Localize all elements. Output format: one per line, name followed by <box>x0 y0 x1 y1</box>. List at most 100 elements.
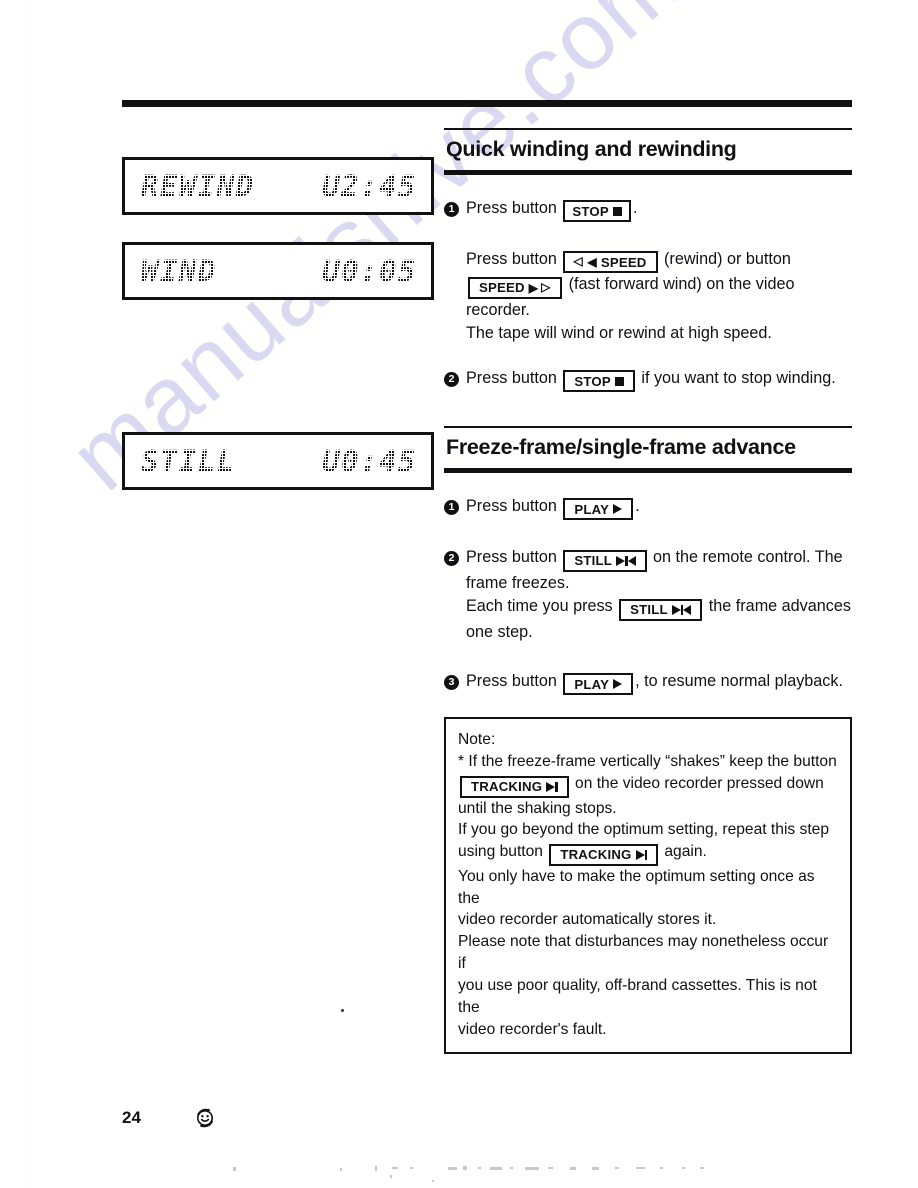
step-1-pre-text: Press button <box>466 198 557 217</box>
play-button-chip[interactable]: PLAY <box>563 498 634 521</box>
stop-square-icon <box>614 376 624 386</box>
play-button-label-2: PLAY <box>574 676 610 692</box>
speed-rewind-outline-icon <box>573 255 583 267</box>
tracking-bar-icon <box>555 781 558 792</box>
still-button-chip-2[interactable]: STILL <box>619 598 703 621</box>
page-top-rule <box>122 100 852 107</box>
note-line-2: TRACKING on the video recorder pressed d… <box>458 773 838 798</box>
scan-speckle <box>548 1167 553 1169</box>
step-2-still-line3-pre: Each time you press <box>466 597 613 616</box>
scan-speckle <box>410 1167 413 1169</box>
step-number-wrap: 2 <box>444 546 466 567</box>
wind-display-time: U0:05 <box>322 253 417 288</box>
scan-speckle <box>490 1167 502 1170</box>
scan-speckle <box>340 1168 342 1171</box>
step-1-play-pre: Press button <box>466 496 557 515</box>
still-display-time: U0:45 <box>322 443 417 478</box>
stop-square-icon <box>612 206 622 216</box>
stop-button-chip-2[interactable]: STOP <box>563 370 635 393</box>
tracking-button-label-2: TRACKING <box>560 847 632 863</box>
wind-display-label-wrap: WIND <box>138 253 220 289</box>
scan-speckle <box>660 1167 663 1169</box>
note-line-9: you use poor quality, off-brand cassette… <box>458 976 817 1016</box>
step-number-wrap: 3 <box>444 670 466 690</box>
step-1-post-text: . <box>632 198 638 217</box>
step-2-body: Press button STOP if you want to stop wi… <box>466 367 852 393</box>
tracking-triangle-icon <box>546 781 556 792</box>
still-button-label: STILL <box>574 553 613 569</box>
still-button-chip[interactable]: STILL <box>563 550 647 573</box>
tracking-icon <box>546 781 558 792</box>
page-number: 24 <box>122 1108 141 1127</box>
step-number-wrap: 2 <box>444 367 466 387</box>
step-2-still-post: on the remote control. The <box>653 548 843 567</box>
rewind-display-label: REWIND <box>141 168 255 203</box>
note-heading: Note: <box>458 731 496 749</box>
still-display-label: STILL <box>141 443 236 478</box>
speed-forward-solid-icon: ▶ <box>528 280 539 295</box>
section-quick-winding-title: Quick winding and rewinding <box>446 137 737 161</box>
wind-display: WIND U0:05 <box>122 242 434 300</box>
paragraph-line-3: The tape will wind or rewind at high spe… <box>466 323 772 342</box>
scan-speckle <box>592 1167 599 1170</box>
step-2-still-line-1: Press button STILL on the remote control… <box>466 546 852 573</box>
still-display: STILL U0:45 <box>122 432 434 490</box>
tracking-button-label: TRACKING <box>471 778 543 794</box>
step-2-stop: 2 Press button STOP if you want to stop … <box>444 367 852 393</box>
instructions-column: Quick winding and rewinding 1 Press butt… <box>444 128 852 1055</box>
note-line-3: until the shaking stops. <box>458 799 617 817</box>
step-number-badge: 3 <box>444 674 459 690</box>
still-triangle-right-icon <box>616 556 626 567</box>
step-2-still-body: Press button STILL on the remote control… <box>466 546 852 643</box>
note-line-6: You only have to make the optimum settin… <box>458 867 815 907</box>
scan-speckle <box>463 1166 467 1170</box>
stop-button-label: STOP <box>572 203 609 219</box>
still-button-label-2: STILL <box>630 602 668 618</box>
scan-speckle <box>392 1167 398 1169</box>
play-button-chip-2[interactable]: PLAY <box>563 673 634 696</box>
speed-rewind-button-chip[interactable]: ◀ SPEED <box>563 251 658 274</box>
scan-artifact-dot <box>341 1009 344 1012</box>
scan-speckle <box>615 1167 619 1169</box>
still-triangle-left-icon <box>683 604 692 615</box>
scan-left-edge <box>0 0 31 1188</box>
note-line-10: video recorder's fault. <box>458 1020 607 1038</box>
stop-button-label-2: STOP <box>574 373 611 389</box>
scan-speckle <box>432 1180 434 1182</box>
step-2-still-pre: Press button <box>466 548 557 567</box>
stop-button-chip[interactable]: STOP <box>563 200 631 223</box>
step-2-still-line3-post: the frame advances <box>708 597 851 616</box>
step-3-play: 3 Press button PLAY , to resume normal p… <box>444 670 852 696</box>
scan-speckle <box>233 1167 236 1171</box>
paragraph-line-1: Press button ◀ SPEED (rewind) or button <box>466 248 852 274</box>
tracking-button-chip[interactable]: TRACKING <box>460 775 569 798</box>
note-box: Note: * If the freeze-frame vertically “… <box>444 717 852 1055</box>
step-3-play-post: , to resume normal playback. <box>635 671 843 690</box>
scan-speckle <box>700 1167 704 1169</box>
step-number-wrap: 1 <box>444 197 466 217</box>
speed-rewind-solid-icon: ◀ <box>587 255 597 270</box>
step-2-pre-text: Press button <box>466 368 557 387</box>
speed-rewind-button-label: SPEED <box>600 254 647 270</box>
speed-forward-button-label: SPEED <box>479 280 525 296</box>
play-triangle-icon <box>613 679 623 690</box>
paragraph-line1-mid: (rewind) or button <box>664 250 791 269</box>
tracking-button-chip-2[interactable]: TRACKING <box>549 843 659 866</box>
still-triangle-left-icon <box>627 556 636 567</box>
section-freeze-frame-title: Freeze-frame/single-frame advance <box>446 435 796 460</box>
step-2-still: 2 Press button STILL on the remote contr… <box>444 546 852 643</box>
speed-forward-button-chip[interactable]: SPEED ▶ <box>468 276 563 299</box>
page-footer: 24 <box>122 1105 218 1131</box>
scan-speckle <box>682 1167 685 1169</box>
step-2-still-line-3: Each time you press STILL the frame adva… <box>466 595 852 621</box>
play-triangle-icon <box>613 504 623 515</box>
scan-speckle <box>636 1167 645 1169</box>
step-1-stop: 1 Press button STOP . <box>444 197 852 223</box>
scan-speckle <box>525 1167 539 1170</box>
section-rule-bottom <box>444 169 852 175</box>
step-1-play-body: Press button PLAY . <box>466 495 852 521</box>
tracking-bar-icon <box>644 849 648 860</box>
wind-display-time-wrap: U0:05 <box>319 253 420 289</box>
quick-winding-steps: 1 Press button STOP . Press button ◀ SPE… <box>444 197 852 393</box>
step-1-body: Press button STOP . <box>466 197 852 223</box>
